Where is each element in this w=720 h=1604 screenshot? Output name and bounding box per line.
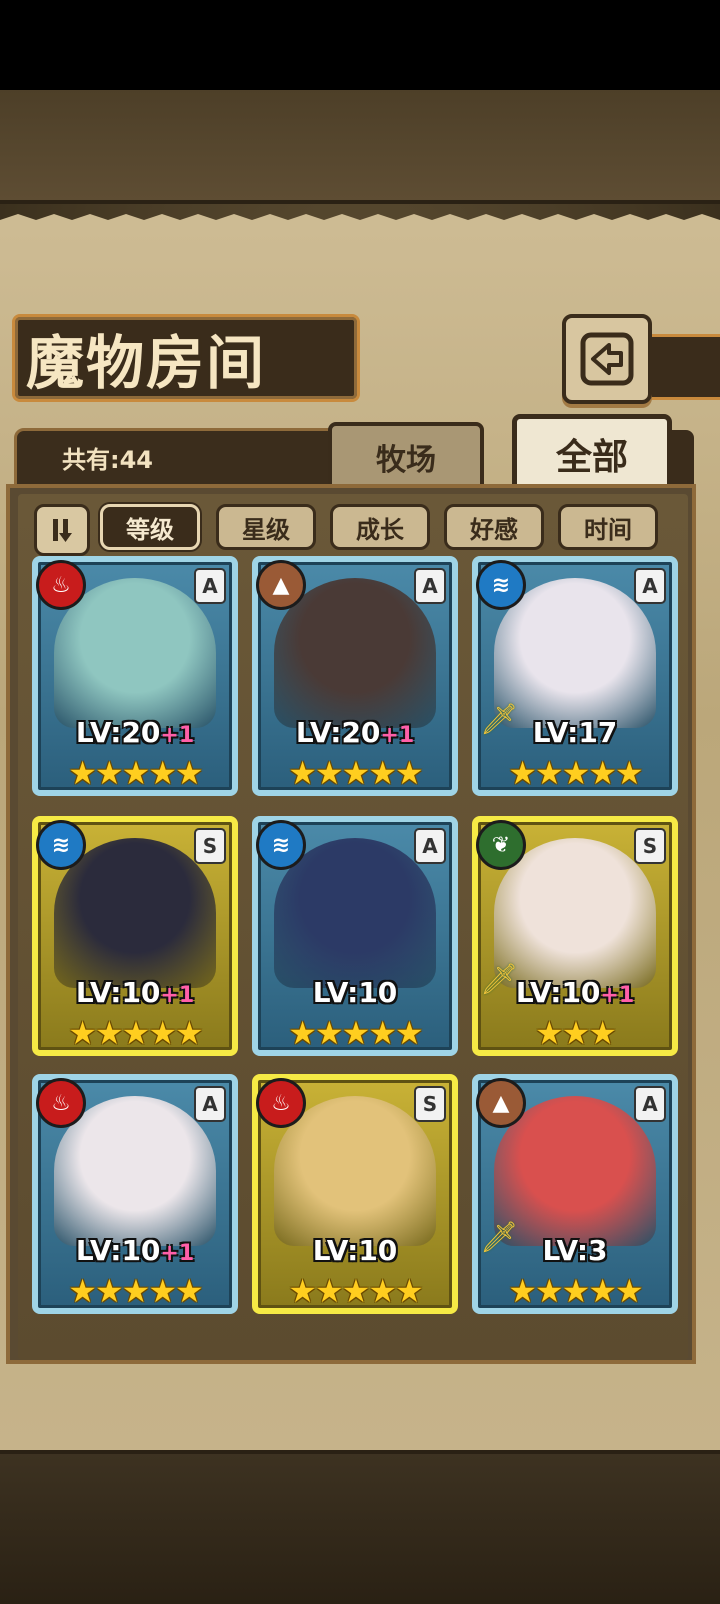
rank-badge: S	[194, 828, 226, 864]
status-bar	[0, 0, 720, 90]
level-value: LV:20	[75, 716, 161, 749]
level-plus: +1	[160, 723, 195, 748]
star-rating: ★★★★★	[288, 754, 423, 792]
level-value: LV:10	[75, 976, 161, 1009]
monster-card[interactable]: ♨ S LV:10 ★★★★★	[252, 1074, 458, 1314]
monster-card[interactable]: ♨ A LV:20+1 ★★★★★	[32, 556, 238, 796]
level-value: LV:10	[312, 976, 398, 1009]
sort-level-button[interactable]: 等级	[100, 504, 200, 550]
level-label: LV:10+1	[478, 976, 672, 1009]
monster-card[interactable]: ▲ A 🗡 LV:3 ★★★★★	[472, 1074, 678, 1314]
star-rating: ★★★★★	[508, 1272, 643, 1310]
star-rating: ★★★★★	[68, 1272, 203, 1310]
star-rating: ★★★★★	[288, 1272, 423, 1310]
level-value: LV:20	[295, 716, 381, 749]
monster-card[interactable]: ≋ A 🗡 LV:17 ★★★★★	[472, 556, 678, 796]
level-label: LV:20+1	[38, 716, 232, 749]
monster-card[interactable]: ≋ S LV:10+1 ★★★★★	[32, 816, 238, 1056]
fire-element-icon: ♨	[256, 1078, 306, 1128]
rank-badge: S	[414, 1086, 446, 1122]
star-rating: ★★★★★	[508, 754, 643, 792]
monster-card[interactable]: ❦ S 🗡 LV:10+1 ★★★	[472, 816, 678, 1056]
monster-card[interactable]: ▲ A LV:20+1 ★★★★★	[252, 556, 458, 796]
back-arrow-icon	[580, 332, 634, 386]
sort-affection-button[interactable]: 好感	[444, 504, 544, 550]
earth-element-icon: ▲	[256, 560, 306, 610]
rank-badge: A	[194, 568, 226, 604]
level-label: LV:20+1	[258, 716, 452, 749]
monster-card[interactable]: ♨ A LV:10+1 ★★★★★	[32, 1074, 238, 1314]
rank-badge: A	[634, 1086, 666, 1122]
level-value: LV:10	[312, 1234, 398, 1267]
level-label: LV:10	[258, 1234, 452, 1267]
bottom-map-band	[0, 1450, 720, 1604]
level-value: LV:10	[75, 1234, 161, 1267]
sort-order-button[interactable]	[34, 504, 90, 556]
rank-badge: A	[414, 568, 446, 604]
water-element-icon: ≋	[36, 820, 86, 870]
rank-badge: S	[634, 828, 666, 864]
tab-farm[interactable]: 牧场	[328, 422, 484, 492]
top-map-band	[0, 90, 720, 204]
back-button[interactable]	[562, 314, 652, 404]
level-value: LV:3	[542, 1234, 608, 1267]
level-label: LV:17	[478, 716, 672, 749]
monster-card[interactable]: ≋ A LV:10 ★★★★★	[252, 816, 458, 1056]
star-rating: ★★★★★	[68, 1014, 203, 1052]
level-value: LV:17	[532, 716, 618, 749]
leaf-element-icon: ❦	[476, 820, 526, 870]
tab-all[interactable]: 全部	[512, 414, 672, 494]
level-label: LV:10+1	[38, 976, 232, 1009]
water-element-icon: ≋	[476, 560, 526, 610]
earth-element-icon: ▲	[476, 1078, 526, 1128]
fire-element-icon: ♨	[36, 1078, 86, 1128]
water-element-icon: ≋	[256, 820, 306, 870]
sort-star-button[interactable]: 星级	[216, 504, 316, 550]
sort-growth-button[interactable]: 成长	[330, 504, 430, 550]
rank-badge: A	[634, 568, 666, 604]
monster-count: 共有:44	[62, 446, 153, 474]
level-plus: +1	[160, 983, 195, 1008]
star-rating: ★★★★★	[68, 754, 203, 792]
level-label: LV:10	[258, 976, 452, 1009]
rank-badge: A	[194, 1086, 226, 1122]
level-plus: +1	[380, 723, 415, 748]
level-label: LV:3	[478, 1234, 672, 1267]
back-bar	[644, 334, 720, 400]
tab-bar-end	[672, 430, 694, 484]
level-label: LV:10+1	[38, 1234, 232, 1267]
level-value: LV:10	[515, 976, 601, 1009]
page-title: 魔物房间	[26, 329, 267, 397]
level-plus: +1	[160, 1241, 195, 1266]
star-rating: ★★★	[534, 1014, 617, 1052]
sort-toggle-icon	[53, 519, 72, 542]
level-plus: +1	[600, 983, 635, 1008]
fire-element-icon: ♨	[36, 560, 86, 610]
sort-time-button[interactable]: 时间	[558, 504, 658, 550]
rank-badge: A	[414, 828, 446, 864]
star-rating: ★★★★★	[288, 1014, 423, 1052]
